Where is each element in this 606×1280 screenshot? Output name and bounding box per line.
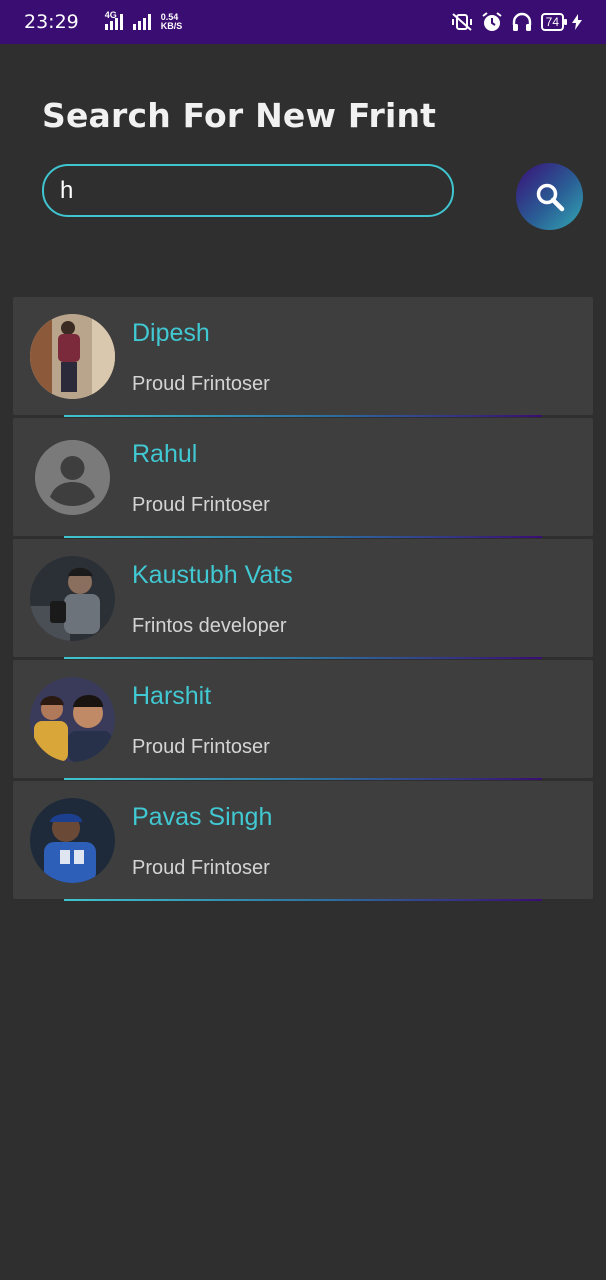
avatar	[30, 798, 115, 883]
avatar	[30, 314, 115, 399]
friend-name: Pavas Singh	[132, 803, 273, 831]
friend-status: Proud Frintoser	[132, 736, 270, 758]
status-left: 23:29 4G 0.54 KB/S	[24, 10, 183, 33]
friend-name: Harshit	[132, 682, 212, 710]
friend-name: Kaustubh Vats	[132, 561, 293, 589]
card-divider	[64, 536, 542, 538]
status-time: 23:29	[24, 11, 79, 33]
alarm-icon	[482, 12, 502, 31]
status-bar: 23:29 4G 0.54 KB/S 74	[0, 0, 606, 44]
friend-card[interactable]: Harshit Proud Frintoser	[13, 660, 593, 780]
default-user-icon	[35, 440, 110, 515]
friend-card[interactable]: Kaustubh Vats Frintos developer	[13, 539, 593, 659]
speed-unit: KB/S	[160, 21, 183, 31]
friend-card[interactable]: Rahul Proud Frintoser	[13, 418, 593, 538]
friend-name: Dipesh	[132, 319, 210, 347]
card-divider	[64, 415, 542, 417]
signal-icon: 4G	[104, 10, 123, 30]
friend-name: Rahul	[132, 440, 198, 468]
friend-status: Proud Frintoser	[132, 373, 270, 395]
friend-status: Proud Frintoser	[132, 494, 270, 516]
headphones-icon	[512, 12, 531, 31]
avatar	[30, 556, 115, 641]
vibrate-off-icon	[451, 13, 472, 31]
friend-card[interactable]: Pavas Singh Proud Frintoser	[13, 781, 593, 901]
battery-indicator: 74	[540, 13, 568, 31]
signal-icon-2	[132, 14, 151, 30]
search-input[interactable]	[42, 164, 454, 217]
avatar	[30, 677, 115, 762]
network-speed: 0.54 KB/S	[161, 13, 183, 31]
search-icon	[536, 183, 564, 211]
friend-status: Frintos developer	[132, 615, 287, 637]
card-divider	[64, 899, 542, 901]
avatar	[35, 440, 110, 515]
search-results-list: Dipesh Proud Frintoser Rahul Proud Frint…	[13, 297, 593, 902]
search-button[interactable]	[516, 163, 583, 230]
charging-icon	[572, 14, 582, 30]
friend-status: Proud Frintoser	[132, 857, 270, 879]
card-divider	[64, 778, 542, 780]
card-divider	[64, 657, 542, 659]
page-title: Search For New Frint	[42, 96, 437, 135]
network-type: 4G	[104, 10, 117, 20]
friend-card[interactable]: Dipesh Proud Frintoser	[13, 297, 593, 417]
status-right: 74	[451, 11, 582, 33]
